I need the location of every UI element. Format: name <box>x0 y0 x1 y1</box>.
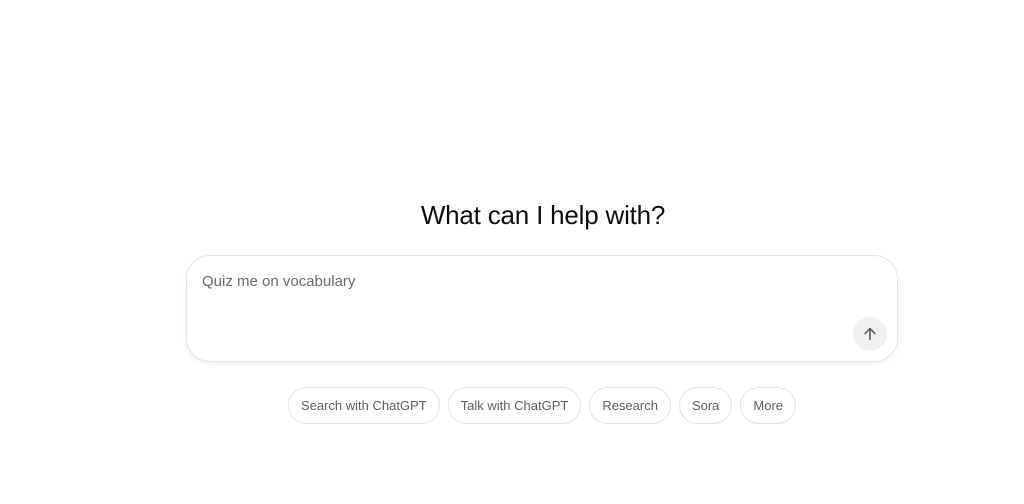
research-button[interactable]: Research <box>589 387 671 424</box>
search-with-chatgpt-button[interactable]: Search with ChatGPT <box>287 387 440 424</box>
more-button[interactable]: More <box>740 387 797 424</box>
page: What can I help with? Search with ChatGP… <box>0 0 1024 504</box>
composer[interactable] <box>186 255 898 362</box>
suggestion-chips: Search with ChatGPT Talk with ChatGPT Re… <box>0 387 1024 424</box>
sora-button[interactable]: Sora <box>678 387 733 424</box>
talk-with-chatgpt-button[interactable]: Talk with ChatGPT <box>447 387 582 424</box>
page-title: What can I help with? <box>420 200 666 230</box>
arrow-up-icon <box>862 326 878 342</box>
prompt-input[interactable] <box>202 273 842 290</box>
send-button[interactable] <box>853 317 887 351</box>
